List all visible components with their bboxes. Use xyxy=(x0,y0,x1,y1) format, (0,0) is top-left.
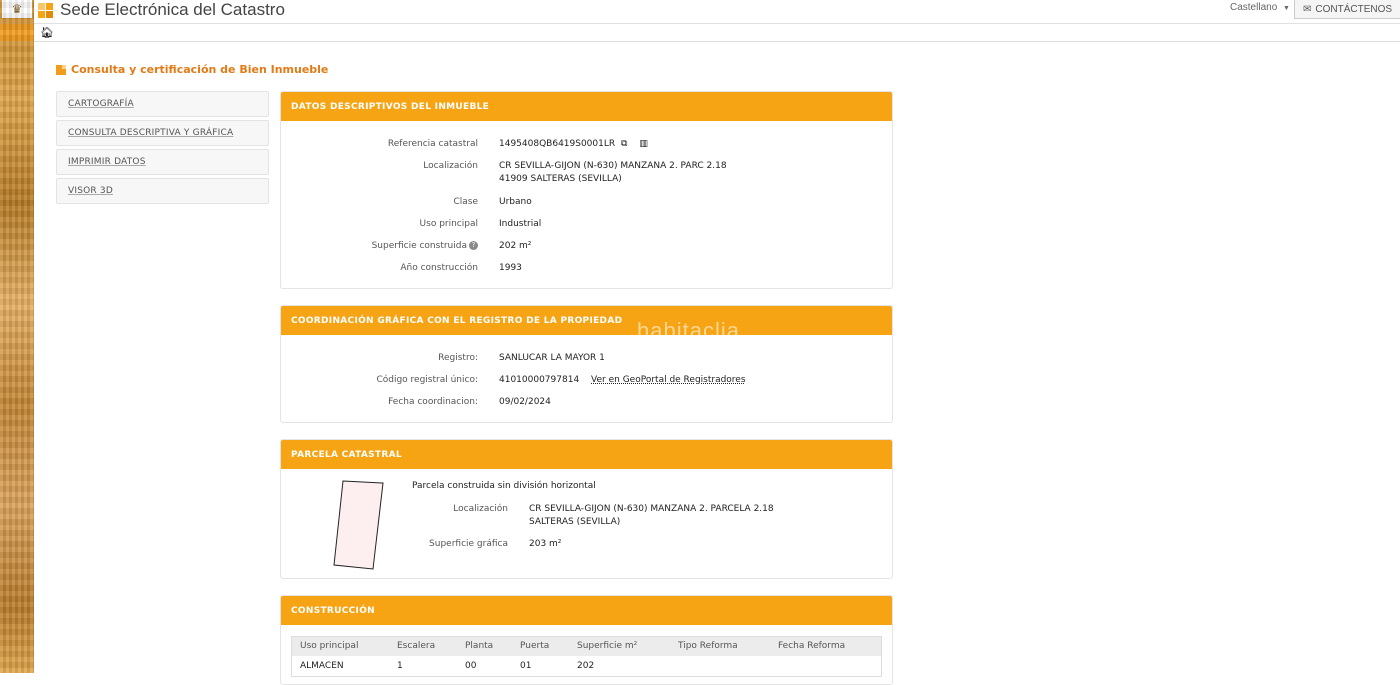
uso-principal-value: Industrial xyxy=(499,219,542,229)
sidebar-item-cartografia[interactable]: CARTOGRAFÍA xyxy=(56,91,269,117)
sidebar-item-label: IMPRIMIR DATOS xyxy=(68,157,146,167)
panel-header: DATOS DESCRIPTIVOS DEL INMUEBLE xyxy=(281,92,892,121)
column-header: Puerta xyxy=(520,641,550,651)
sidebar-item-label: VISOR 3D xyxy=(68,186,113,196)
home-icon[interactable]: 🏠︎ xyxy=(40,26,54,39)
table-cell: 1 xyxy=(397,661,403,671)
decorative-side-banner: ♛ xyxy=(0,0,34,673)
superficie-grafica-label: Superficie gráfica xyxy=(429,539,508,549)
sidebar-item-label: CARTOGRAFÍA xyxy=(68,99,134,109)
clase-value: Urbano xyxy=(499,197,532,207)
localizacion-line-2: 41909 SALTERAS (SEVILLA) xyxy=(499,174,622,184)
top-header: Sede Electrónica del Catastro Castellano… xyxy=(34,0,1400,24)
table-cell: 00 xyxy=(465,661,477,671)
caret-down-icon: ▼ xyxy=(1283,5,1290,12)
sidebar-item-label: CONSULTA DESCRIPTIVA Y GRÁFICA xyxy=(68,128,234,138)
government-crest-icon: ♛ xyxy=(2,0,32,18)
panel-header: PARCELA CATASTRAL xyxy=(281,440,892,469)
column-header: Escalera xyxy=(397,641,436,651)
localizacion-value: CR SEVILLA-GIJON (N-630) MANZANA 2. PARC… xyxy=(499,160,727,186)
copy-icon[interactable]: ⧉ xyxy=(621,138,627,151)
geoportal-link[interactable]: Ver en GeoPortal de Registradores xyxy=(591,375,746,385)
referencia-text: 1495408QB6419S0001LR xyxy=(499,139,616,149)
contact-button[interactable]: ✉ CONTÁCTENOS xyxy=(1294,0,1400,19)
column-header: Fecha Reforma xyxy=(778,641,846,651)
table-row: ALMACEN 1 00 01 202 xyxy=(292,656,881,676)
parcela-localizacion-label: Localización xyxy=(453,504,508,514)
clase-label: Clase xyxy=(453,197,478,207)
superficie-grafica-value: 203 m² xyxy=(529,539,562,549)
anio-construccion-value: 1993 xyxy=(499,263,522,273)
help-icon[interactable]: ? xyxy=(469,241,478,250)
superficie-construida-label: Superficie construida? xyxy=(281,241,478,251)
referencia-value: 1495408QB6419S0001LR ⧉ ▥ xyxy=(499,138,648,151)
parcela-localizacion-line-1: CR SEVILLA-GIJON (N-630) MANZANA 2. PARC… xyxy=(529,504,774,514)
sidebar-item-consulta-descriptiva[interactable]: CONSULTA DESCRIPTIVA Y GRÁFICA xyxy=(56,120,269,146)
column-header: Planta xyxy=(465,641,494,651)
datos-descriptivos-panel: DATOS DESCRIPTIVOS DEL INMUEBLE Referenc… xyxy=(280,91,893,289)
coordinacion-panel: COORDINACIÓN GRÁFICA CON EL REGISTRO DE … xyxy=(280,305,893,423)
parcela-localizacion-value: CR SEVILLA-GIJON (N-630) MANZANA 2. PARC… xyxy=(529,503,774,529)
anio-construccion-label: Año construcción xyxy=(400,263,478,273)
referencia-label: Referencia catastral xyxy=(387,139,478,149)
page-heading-text: Consulta y certificación de Bien Inmuebl… xyxy=(71,63,329,76)
sidebar-item-visor-3d[interactable]: VISOR 3D xyxy=(56,178,269,204)
breadcrumb-bar: 🏠︎ xyxy=(34,24,1400,42)
table-header-row: Uso principal Escalera Planta Puerta Sup… xyxy=(292,637,881,656)
codigo-registral-label: Código registral único: xyxy=(376,375,478,385)
table-cell: 01 xyxy=(520,661,532,671)
sidebar-item-imprimir-datos[interactable]: IMPRIMIR DATOS xyxy=(56,149,269,175)
column-header: Tipo Reforma xyxy=(678,641,738,651)
side-menu: CARTOGRAFÍA CONSULTA DESCRIPTIVA Y GRÁFI… xyxy=(56,91,269,207)
superficie-label-text: Superficie construida xyxy=(371,241,467,251)
habitaclia-watermark: habitaclia xyxy=(637,318,740,343)
language-label: Castellano xyxy=(1230,2,1278,13)
registro-value: SANLUCAR LA MAYOR 1 xyxy=(499,353,605,363)
panel-header: CONSTRUCCIÓN xyxy=(281,596,892,625)
parcela-descripcion: Parcela construida sin división horizont… xyxy=(412,481,596,491)
codigo-text: 41010000797814 xyxy=(499,375,580,385)
section-square-icon xyxy=(56,64,66,75)
localizacion-line-1: CR SEVILLA-GIJON (N-630) MANZANA 2. PARC… xyxy=(499,161,727,171)
page-title: Consulta y certificación de Bien Inmuebl… xyxy=(56,63,328,76)
parcela-catastral-panel: PARCELA CATASTRAL Parcela construida sin… xyxy=(280,439,893,579)
construccion-table: Uso principal Escalera Planta Puerta Sup… xyxy=(291,636,882,677)
uso-principal-label: Uso principal xyxy=(419,219,478,229)
parcel-outline-map[interactable] xyxy=(333,480,385,572)
registro-label: Registro: xyxy=(438,353,478,363)
language-selector[interactable]: Castellano ▼ xyxy=(1230,2,1290,13)
panel-header: COORDINACIÓN GRÁFICA CON EL REGISTRO DE … xyxy=(281,306,892,335)
parcela-localizacion-line-2: SALTERAS (SEVILLA) xyxy=(529,517,621,527)
codigo-registral-value: 41010000797814 Ver en GeoPortal de Regis… xyxy=(499,374,746,387)
construccion-panel: CONSTRUCCIÓN Uso principal Escalera Plan… xyxy=(280,595,893,685)
fecha-coordinacion-label: Fecha coordinacion: xyxy=(388,397,478,407)
side-tab-marker xyxy=(0,24,34,41)
fecha-coordinacion-value: 09/02/2024 xyxy=(499,397,551,407)
contact-label: CONTÁCTENOS xyxy=(1315,3,1393,15)
column-header: Superficie m² xyxy=(577,641,638,651)
column-header: Uso principal xyxy=(300,641,359,651)
site-title[interactable]: Sede Electrónica del Catastro xyxy=(60,0,285,20)
barcode-icon[interactable]: ▥ xyxy=(639,138,648,151)
table-cell: 202 xyxy=(577,661,595,671)
catastro-logo-icon xyxy=(38,3,54,19)
localizacion-label: Localización xyxy=(423,161,478,171)
table-cell: ALMACEN xyxy=(300,661,344,671)
envelope-icon: ✉ xyxy=(1303,3,1312,15)
superficie-construida-value: 202 m² xyxy=(499,241,532,251)
